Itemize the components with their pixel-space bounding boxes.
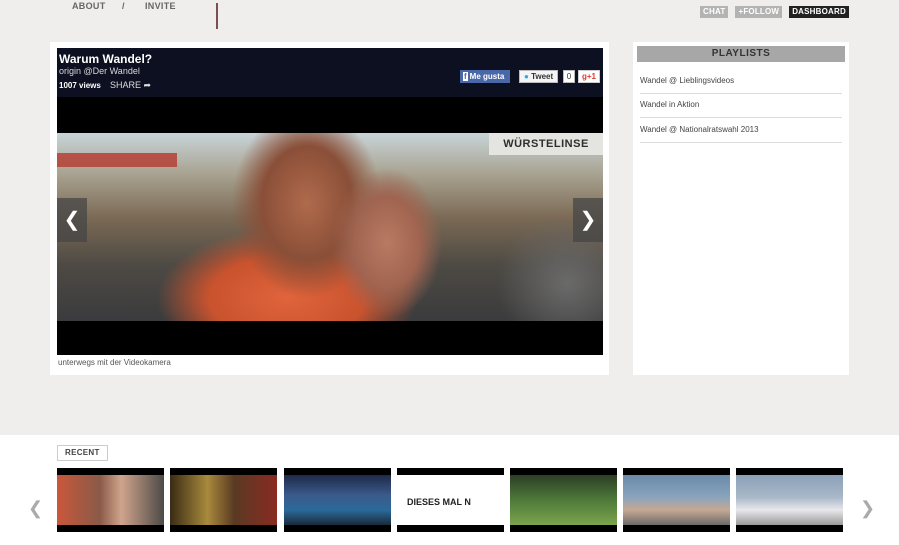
facebook-like-label: Me gusta: [469, 72, 505, 81]
video-views: 1007 views: [59, 81, 101, 90]
tweet-label: Tweet: [531, 72, 554, 81]
playlist-item[interactable]: Wandel @ Nationalratswahl 2013: [640, 118, 842, 143]
playlists-title: PLAYLISTS: [637, 46, 845, 62]
recent-label: RECENT: [57, 445, 108, 461]
twitter-bird-icon: ●: [524, 72, 529, 81]
thumbnail-image: [57, 475, 164, 525]
nav-separator: /: [122, 1, 125, 11]
scene-sign: WÜRSTELINSE: [489, 133, 603, 155]
nav-invite-link[interactable]: INVITE: [145, 1, 176, 11]
chat-button[interactable]: CHAT: [700, 6, 729, 18]
thumbnail-caption: DIESES MAL N: [407, 497, 471, 507]
thumbnail-image: [623, 475, 730, 525]
nav-about-link[interactable]: ABOUT: [72, 1, 106, 11]
thumbnail-image: [170, 475, 277, 525]
dashboard-button[interactable]: DASHBOARD: [789, 6, 849, 18]
recent-video-thumbnail[interactable]: [510, 468, 617, 532]
playlist-item[interactable]: Wandel @ Lieblingsvideos: [640, 69, 842, 94]
video-title: Warum Wandel?: [59, 52, 153, 66]
recent-video-thumbnail[interactable]: [736, 468, 843, 532]
thumbnail-image: [736, 475, 843, 525]
recent-video-thumbnail[interactable]: [284, 468, 391, 532]
playlist-item[interactable]: Wandel in Aktion: [640, 93, 842, 118]
recent-next-arrow-icon[interactable]: ❯: [860, 495, 875, 521]
playlists-panel: PLAYLISTS Wandel @ Lieblingsvideos Wande…: [633, 42, 849, 375]
video-frame-image: WÜRSTELINSE: [57, 133, 603, 321]
video-origin[interactable]: origin @Der Wandel: [59, 66, 140, 76]
recent-video-thumbnail[interactable]: [170, 468, 277, 532]
top-actions: CHAT +FOLLOW DASHBOARD: [700, 6, 849, 18]
facebook-icon: f: [463, 72, 468, 81]
share-label: SHARE: [110, 80, 142, 90]
video-panel: Warum Wandel? origin @Der Wandel 1007 vi…: [50, 42, 609, 375]
recent-video-thumbnail[interactable]: DIESES MAL N: [397, 468, 504, 532]
recent-prev-arrow-icon[interactable]: ❮: [28, 495, 43, 521]
previous-video-arrow-icon[interactable]: ❮: [57, 198, 87, 242]
thumbnail-image: [510, 475, 617, 525]
thumbnail-image: [284, 475, 391, 525]
follow-button[interactable]: +FOLLOW: [735, 6, 783, 18]
scene-awning: [57, 153, 177, 167]
video-player[interactable]: Warum Wandel? origin @Der Wandel 1007 vi…: [57, 48, 603, 355]
video-caption: unterwegs mit der Videokamera: [58, 358, 171, 367]
google-plus-button[interactable]: g+1: [578, 70, 600, 83]
video-header: Warum Wandel? origin @Der Wandel 1007 vi…: [57, 48, 603, 97]
next-video-arrow-icon[interactable]: ❯: [573, 198, 603, 242]
recent-video-thumbnail[interactable]: [623, 468, 730, 532]
nav-divider: [216, 3, 218, 29]
recent-video-thumbnail[interactable]: [57, 468, 164, 532]
facebook-like-button[interactable]: f Me gusta: [460, 70, 510, 83]
recent-section: RECENT ❮ DIESES MAL N ❯: [0, 435, 899, 545]
share-arrow-icon: ➦: [143, 80, 152, 90]
tweet-count: 0: [563, 70, 575, 83]
tweet-button[interactable]: ● Tweet: [519, 70, 559, 83]
share-button[interactable]: SHARE ➦: [110, 80, 151, 91]
